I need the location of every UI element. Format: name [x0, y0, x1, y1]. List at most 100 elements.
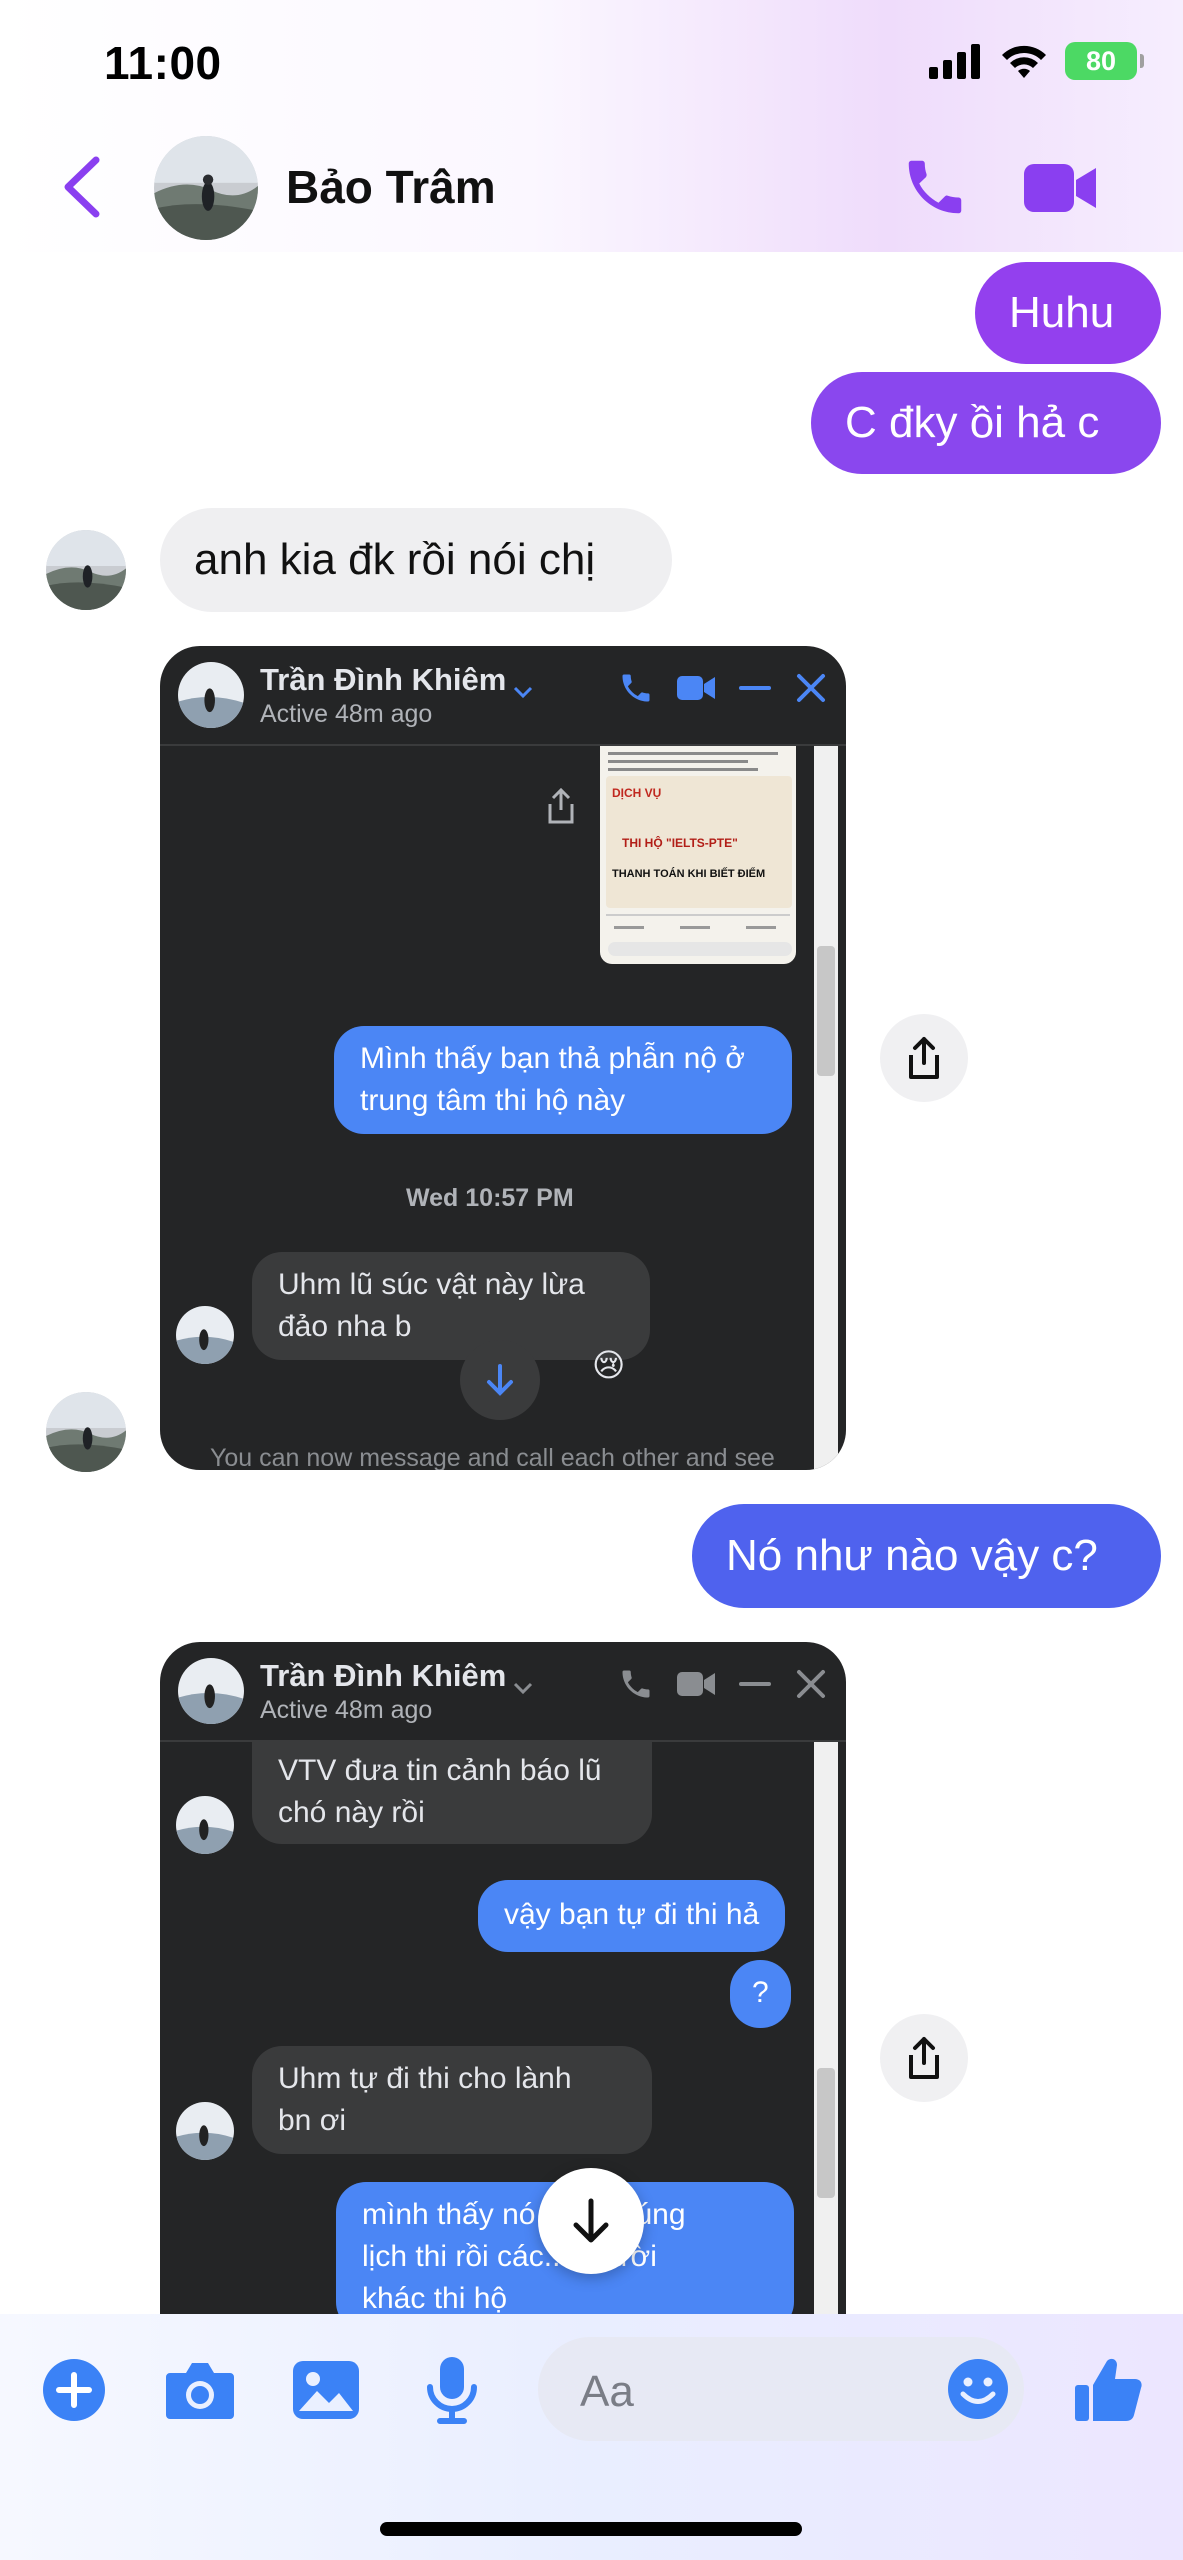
avatar [176, 1796, 234, 1854]
audio-call-button[interactable] [900, 152, 970, 222]
emoji-icon[interactable] [946, 2357, 1010, 2421]
camera-icon [166, 2363, 234, 2419]
avatar-photo [46, 530, 126, 610]
bubble-line: Mình thấy bạn thả phẫn nộ ở [360, 1042, 745, 1075]
outgoing-message[interactable]: C đky ồi hả c [811, 372, 1161, 474]
avatar [178, 662, 244, 728]
battery-icon: 80 [1065, 42, 1144, 80]
outgoing-message[interactable]: Nó như nào vậy c? [692, 1504, 1161, 1608]
avatar-photo [46, 1392, 126, 1472]
scrollbar [814, 1742, 838, 2342]
scroll-down-indicator [460, 1340, 540, 1420]
avatar [176, 1306, 234, 1364]
shared-image[interactable]: Trần Đình Khiêm Active 48m ago [160, 1642, 846, 2342]
image-active-status: Active 48m ago [260, 700, 433, 728]
avatar-photo [178, 662, 244, 728]
close-icon [797, 1670, 825, 1698]
phone-icon [622, 674, 650, 702]
ad-line: THI HỘ "IELTS-PTE" [622, 836, 738, 850]
image-icon [293, 2361, 359, 2419]
bubble-line: Uhm tự đi thi cho lành [278, 2062, 572, 2095]
contact-name[interactable]: Bảo Trâm [286, 160, 496, 214]
avatar-photo [176, 2102, 234, 2160]
bubble-line: VTV đưa tin cảnh báo lũ [278, 1754, 602, 1787]
battery-level: 80 [1085, 45, 1117, 76]
phone-icon [622, 1670, 650, 1698]
image-bubble: ? [730, 1960, 791, 2028]
arrow-down-icon [573, 2198, 609, 2243]
share-button[interactable] [880, 2014, 968, 2102]
share-icon [909, 1037, 939, 1079]
gallery-button[interactable] [288, 2352, 364, 2428]
status-time: 11:00 [104, 37, 222, 89]
message-text: C đky ồi hả c [845, 398, 1100, 447]
bubble-line: Uhm lũ súc vật này lừa [278, 1268, 585, 1301]
shared-image[interactable]: Trần Đình Khiêm Active 48m ago [160, 646, 846, 1470]
image-bubble: VTV đưa tin cảnh báo lũ chó này rồi [252, 1742, 652, 1844]
image-bubble: Mình thấy bạn thả phẫn nộ ở trung tâm th… [334, 1026, 792, 1134]
minimize-icon [739, 686, 771, 690]
scrollbar [814, 746, 838, 1470]
ad-post-thumbnail: DỊCH VỤ THI HỘ "IELTS-PTE" THANH TOÁN KH… [600, 746, 796, 964]
minimize-icon [739, 1682, 771, 1686]
bubble-line: vậy bạn tự đi thi hả [504, 1898, 760, 1931]
image-contact-name: Trần Đình Khiêm [260, 662, 507, 697]
share-icon [909, 2037, 939, 2079]
image-bubble: vậy bạn tự đi thi hả [478, 1880, 786, 1952]
avatar-photo [176, 1306, 234, 1364]
message-text: anh kia đk rồi nói chị [194, 535, 596, 584]
scroll-to-bottom-button[interactable] [538, 2168, 644, 2274]
reaction-emoji: 😢 [592, 1347, 626, 1383]
cellular-signal-icon [929, 44, 980, 79]
image-chat-header: Trần Đình Khiêm Active 48m ago [160, 646, 846, 746]
add-button[interactable] [36, 2352, 112, 2428]
image-footer-text: You can now message and call each other … [210, 1444, 775, 1470]
home-indicator [380, 2522, 802, 2536]
message-input[interactable]: Aa [538, 2337, 1024, 2441]
plus-icon [43, 2359, 105, 2421]
image-active-status: Active 48m ago [260, 1696, 433, 1724]
share-icon [548, 787, 574, 824]
outgoing-message[interactable]: Huhu [975, 262, 1161, 364]
image-bubble: Uhm lũ súc vật này lừa đảo nha b [252, 1252, 650, 1360]
chevron-down-icon [513, 686, 533, 699]
message-text: Nó như nào vậy c? [726, 1531, 1098, 1580]
bubble-line: ? [752, 1976, 769, 2009]
close-icon [797, 674, 825, 702]
message-placeholder: Aa [580, 2367, 634, 2416]
phone-icon [908, 160, 962, 214]
camera-button[interactable] [162, 2352, 238, 2428]
voice-button[interactable] [414, 2352, 490, 2428]
video-call-button[interactable] [1020, 158, 1100, 218]
share-button[interactable] [880, 1014, 968, 1102]
contact-avatar[interactable] [154, 136, 258, 240]
image-toolbar [618, 1666, 828, 1702]
video-camera-icon [1024, 164, 1096, 212]
bubble-line: trung tâm thi hộ này [360, 1084, 626, 1117]
chevron-down-icon [513, 1682, 533, 1695]
bubble-line: chó này rồi [278, 1796, 425, 1829]
image-timestamp: Wed 10:57 PM [406, 1184, 574, 1212]
arrow-down-icon [487, 1364, 513, 1396]
incoming-message[interactable]: anh kia đk rồi nói chị [160, 508, 672, 612]
sender-avatar[interactable] [46, 1392, 126, 1472]
bubble-line: bn ơi [278, 2104, 347, 2137]
avatar-photo [176, 1796, 234, 1854]
microphone-icon [427, 2357, 477, 2424]
video-camera-icon [677, 676, 715, 700]
ad-line: THANH TOÁN KHI BIẾT ĐIỂM [612, 868, 766, 880]
image-contact-name: Trần Đình Khiêm [260, 1658, 507, 1693]
status-icons: 80 [927, 42, 1144, 80]
sender-avatar[interactable] [46, 530, 126, 610]
ad-line: DỊCH VỤ [612, 786, 662, 800]
back-button[interactable] [58, 152, 108, 222]
avatar [176, 2102, 234, 2160]
chevron-left-icon [64, 156, 100, 218]
wifi-icon [1002, 45, 1046, 78]
image-bubble: Uhm tự đi thi cho lành bn ơi [252, 2046, 652, 2154]
avatar-photo [154, 136, 258, 240]
image-chat-header: Trần Đình Khiêm Active 48m ago [160, 1642, 846, 1742]
bubble-line: đảo nha b [278, 1310, 412, 1343]
like-button[interactable] [1070, 2352, 1146, 2428]
avatar-photo [178, 1658, 244, 1724]
